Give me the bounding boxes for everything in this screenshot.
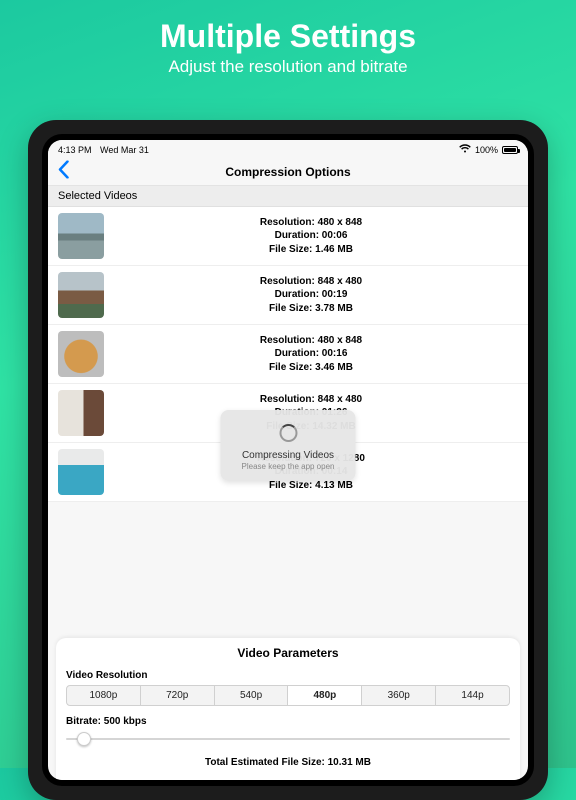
res-option-720p[interactable]: 720p [141,686,215,705]
video-thumbnail [58,449,104,495]
battery-icon [502,146,518,154]
back-button[interactable] [58,161,69,184]
promo-subhead: Adjust the resolution and bitrate [0,57,576,77]
video-resolution: Resolution: 480 x 848 [104,334,518,348]
status-right: 100% [459,144,518,155]
video-row[interactable]: Resolution: 480 x 848 Duration: 00:06 Fi… [48,207,528,266]
video-duration: Duration: 00:16 [104,347,518,361]
video-filesize: File Size: 3.78 MB [104,302,518,316]
bitrate-slider[interactable] [66,731,510,747]
video-row[interactable]: Resolution: 848 x 480 Duration: 00:19 Fi… [48,266,528,325]
video-duration: Duration: 00:19 [104,288,518,302]
status-time: 4:13 PM [58,145,92,155]
res-option-540p[interactable]: 540p [215,686,289,705]
slider-thumb[interactable] [77,732,91,746]
parameters-title: Video Parameters [66,646,510,660]
resolution-label: Video Resolution [66,670,510,681]
video-filesize: File Size: 1.46 MB [104,243,518,257]
res-option-480p[interactable]: 480p [288,686,362,705]
nav-title: Compression Options [225,165,350,179]
estimated-size: Total Estimated File Size: 10.31 MB [66,757,510,768]
resolution-segmented[interactable]: 1080p 720p 540p 480p 360p 144p [66,685,510,706]
video-resolution: Resolution: 480 x 848 [104,216,518,230]
video-thumbnail [58,390,104,436]
battery-percent: 100% [475,145,498,155]
nav-bar: Compression Options [48,159,528,186]
video-filesize: File Size: 3.46 MB [104,361,518,375]
wifi-icon [459,144,471,155]
video-parameters-card: Video Parameters Video Resolution 1080p … [56,638,520,780]
res-option-360p[interactable]: 360p [362,686,436,705]
status-bar: 4:13 PM Wed Mar 31 100% [48,140,528,159]
app-screen: 4:13 PM Wed Mar 31 100% Compression Opti… [48,140,528,780]
tablet-bezel: 4:13 PM Wed Mar 31 100% Compression Opti… [42,134,534,786]
video-resolution: Resolution: 848 x 480 [104,393,518,407]
video-thumbnail [58,331,104,377]
res-option-144p[interactable]: 144p [436,686,509,705]
video-meta: Resolution: 480 x 848 Duration: 00:16 Fi… [104,334,518,375]
status-left: 4:13 PM Wed Mar 31 [58,145,155,155]
bitrate-label: Bitrate: 500 kbps [66,716,510,727]
slider-track [66,738,510,740]
res-option-1080p[interactable]: 1080p [67,686,141,705]
video-resolution: Resolution: 848 x 480 [104,275,518,289]
video-row[interactable]: Resolution: 480 x 848 Duration: 00:16 Fi… [48,325,528,384]
section-header: Selected Videos [48,186,528,207]
video-duration: Duration: 00:06 [104,229,518,243]
video-thumbnail [58,272,104,318]
spinner-icon [279,424,297,442]
video-thumbnail [58,213,104,259]
progress-overlay: Compressing Videos Please keep the app o… [221,410,356,481]
video-meta: Resolution: 848 x 480 Duration: 00:19 Fi… [104,275,518,316]
promo-headline: Multiple Settings [0,0,576,55]
status-date: Wed Mar 31 [100,145,149,155]
video-meta: Resolution: 480 x 848 Duration: 00:06 Fi… [104,216,518,257]
overlay-title: Compressing Videos [229,450,348,461]
tablet-frame: 4:13 PM Wed Mar 31 100% Compression Opti… [28,120,548,800]
overlay-subtitle: Please keep the app open [229,462,348,471]
